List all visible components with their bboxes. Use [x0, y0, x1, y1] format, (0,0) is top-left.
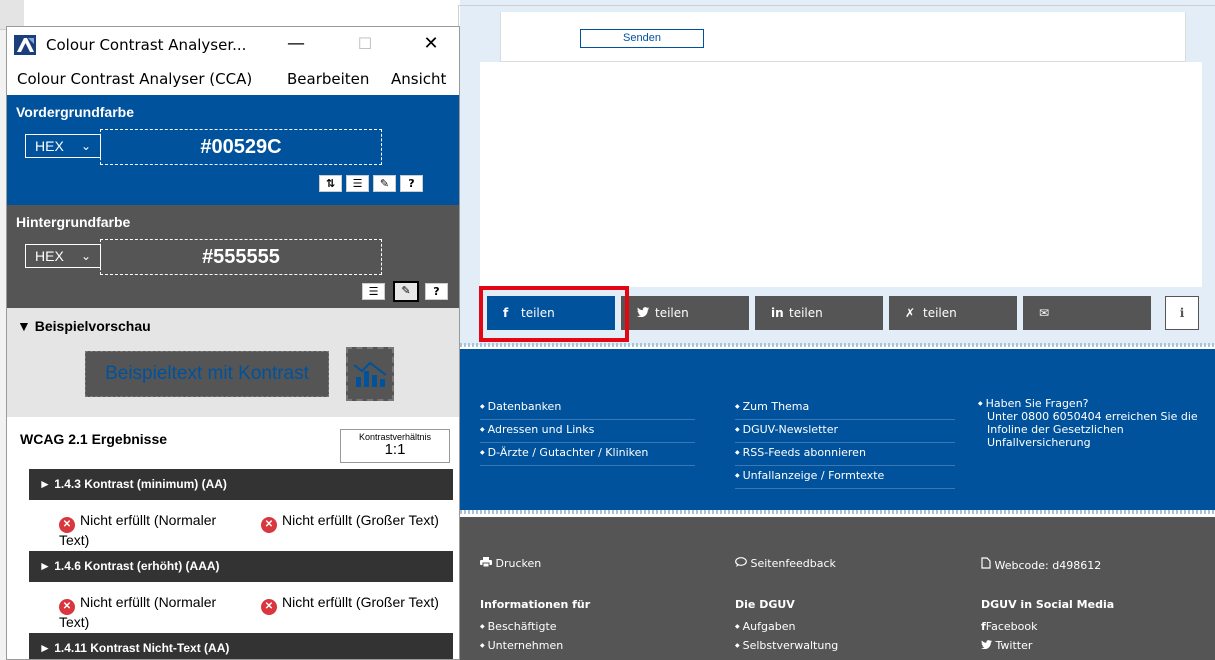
eyedropper-icon[interactable]: ✎: [393, 281, 419, 302]
dguv-heading: Die DGUV: [735, 598, 795, 611]
contrast-ratio-box: Kontrastverhältnis 1:1: [340, 429, 450, 463]
footer-link[interactable]: Zum Thema: [735, 397, 955, 420]
minimize-button[interactable]: —: [273, 27, 319, 63]
footer-links: Datenbanken Adressen und Links D-Ärzte /…: [460, 349, 1215, 510]
fail-icon: ✕: [261, 599, 277, 615]
faq-answer: Unter 0800 6050404 erreichen Sie die Inf…: [987, 410, 1198, 449]
chevron-down-icon: ⌄: [80, 139, 91, 153]
share-mail-button[interactable]: ✉: [1023, 296, 1151, 330]
twitter-link[interactable]: Twitter: [981, 639, 1032, 652]
speech-bubble-icon: [735, 557, 751, 570]
window-title: Colour Contrast Analyser...: [46, 36, 247, 54]
menu-bar: Colour Contrast Analyser (CCA) Bearbeite…: [7, 63, 459, 95]
help-icon[interactable]: ?: [400, 175, 423, 192]
foreground-label: Vordergrundfarbe: [16, 104, 134, 120]
swap-icon[interactable]: ⇅: [319, 175, 342, 192]
footer-link[interactable]: Adressen und Links: [480, 420, 695, 443]
result-normal-text: ✕ Nicht erfüllt (Normaler Text): [59, 594, 217, 630]
result-large-text: ✕ Nicht erfüllt (Großer Text): [261, 513, 457, 533]
close-button[interactable]: ✕: [408, 27, 454, 63]
contrast-ratio-value: 1:1: [384, 441, 406, 458]
document-icon: [981, 557, 995, 572]
sliders-icon[interactable]: ☰: [346, 175, 369, 192]
twitter-icon: [637, 296, 655, 330]
footer-link[interactable]: Unfallanzeige / Formtexte: [735, 466, 955, 489]
content-panel: [480, 62, 1202, 287]
cca-window: Colour Contrast Analyser... — ☐ ✕ Colour…: [6, 26, 460, 660]
print-link[interactable]: Drucken: [480, 557, 541, 570]
criterion-1-4-6[interactable]: ► 1.4.6 Kontrast (erhöht) (AAA): [29, 551, 453, 582]
share-linkedin-button[interactable]: in teilen: [755, 296, 883, 330]
foreground-hex-input[interactable]: #00529C: [100, 129, 382, 165]
share-xing-button[interactable]: ✗ teilen: [889, 296, 1017, 330]
facebook-link[interactable]: fFacebook: [981, 620, 1037, 633]
faq-question: Haben Sie Fragen?: [978, 397, 1203, 410]
footer-link[interactable]: Unternehmen: [480, 639, 564, 652]
criterion-1-4-11[interactable]: ► 1.4.11 Kontrast Nicht-Text (AA): [29, 633, 453, 659]
footer-link[interactable]: Beschäftigte: [480, 620, 557, 633]
eyedropper-icon[interactable]: ✎: [373, 175, 396, 192]
info-for-heading: Informationen für: [480, 598, 591, 611]
results-heading: WCAG 2.1 Ergebnisse: [20, 431, 168, 447]
mail-icon: ✉: [1039, 306, 1050, 320]
results-section: WCAG 2.1 Ergebnisse Kontrastverhältnis 1…: [7, 417, 459, 659]
fail-icon: ✕: [261, 517, 277, 533]
footer-col-2: Zum Thema DGUV-Newsletter RSS-Feeds abon…: [735, 397, 955, 489]
help-icon[interactable]: ?: [425, 283, 448, 300]
footer-faq: Haben Sie Fragen? Unter 0800 6050404 err…: [978, 397, 1203, 449]
footer-link[interactable]: Datenbanken: [480, 397, 695, 420]
twitter-icon: [981, 639, 996, 652]
cca-app-icon: [14, 35, 36, 55]
menu-edit[interactable]: Bearbeiten: [287, 70, 369, 88]
sliders-icon[interactable]: ☰: [362, 283, 385, 300]
background-hex-input[interactable]: #555555: [100, 239, 382, 275]
share-info-button[interactable]: i: [1165, 296, 1199, 330]
foreground-panel: Vordergrundfarbe HEX ⌄ #00529C ⇅ ☰ ✎ ?: [7, 95, 459, 205]
result-large-text: ✕ Nicht erfüllt (Großer Text): [261, 595, 457, 615]
footer-link[interactable]: RSS-Feeds abonnieren: [735, 443, 955, 466]
foreground-format-select[interactable]: HEX ⌄: [25, 134, 101, 158]
footer-bottom: Drucken Seitenfeedback Webcode: d498612 …: [460, 517, 1215, 660]
result-normal-text: ✕ Nicht erfüllt (Normaler Text): [59, 512, 217, 548]
highlight-frame: [479, 286, 629, 342]
fail-icon: ✕: [59, 599, 75, 615]
footer-link[interactable]: DGUV-Newsletter: [735, 420, 955, 443]
background-label: Hintergrundfarbe: [16, 214, 131, 230]
footer-link[interactable]: Selbstverwaltung: [735, 639, 839, 652]
preview-section: ▼ Beispielvorschau Beispieltext mit Kont…: [7, 308, 459, 417]
send-button[interactable]: Senden: [580, 29, 704, 48]
sample-text: Beispieltext mit Kontrast: [85, 351, 329, 397]
menu-cca[interactable]: Colour Contrast Analyser (CCA): [17, 70, 252, 88]
feedback-link[interactable]: Seitenfeedback: [735, 557, 836, 570]
footer-link[interactable]: Aufgaben: [735, 620, 796, 633]
chevron-down-icon: ⌄: [80, 249, 91, 263]
xing-icon: ✗: [905, 306, 916, 320]
criterion-1-4-3[interactable]: ► 1.4.3 Kontrast (minimum) (AA): [29, 469, 453, 500]
menu-view[interactable]: Ansicht: [391, 70, 446, 88]
webcode: Webcode: d498612: [981, 557, 1101, 572]
chart-icon: [346, 347, 394, 401]
footer-link[interactable]: D-Ärzte / Gutachter / Kliniken: [480, 443, 695, 466]
title-bar[interactable]: Colour Contrast Analyser... — ☐ ✕: [7, 27, 459, 63]
preview-toggle[interactable]: ▼ Beispielvorschau: [17, 318, 151, 334]
printer-icon: [480, 557, 496, 570]
footer-col-1: Datenbanken Adressen und Links D-Ärzte /…: [480, 397, 695, 466]
linkedin-icon: in: [771, 306, 784, 320]
fail-icon: ✕: [59, 517, 75, 533]
background-panel: Hintergrundfarbe HEX ⌄ #555555 ☰ ✎ ?: [7, 205, 459, 308]
background-format-select[interactable]: HEX ⌄: [25, 244, 101, 268]
social-heading: DGUV in Social Media: [981, 598, 1115, 611]
share-twitter-button[interactable]: teilen: [621, 296, 749, 330]
maximize-button[interactable]: ☐: [342, 27, 388, 63]
